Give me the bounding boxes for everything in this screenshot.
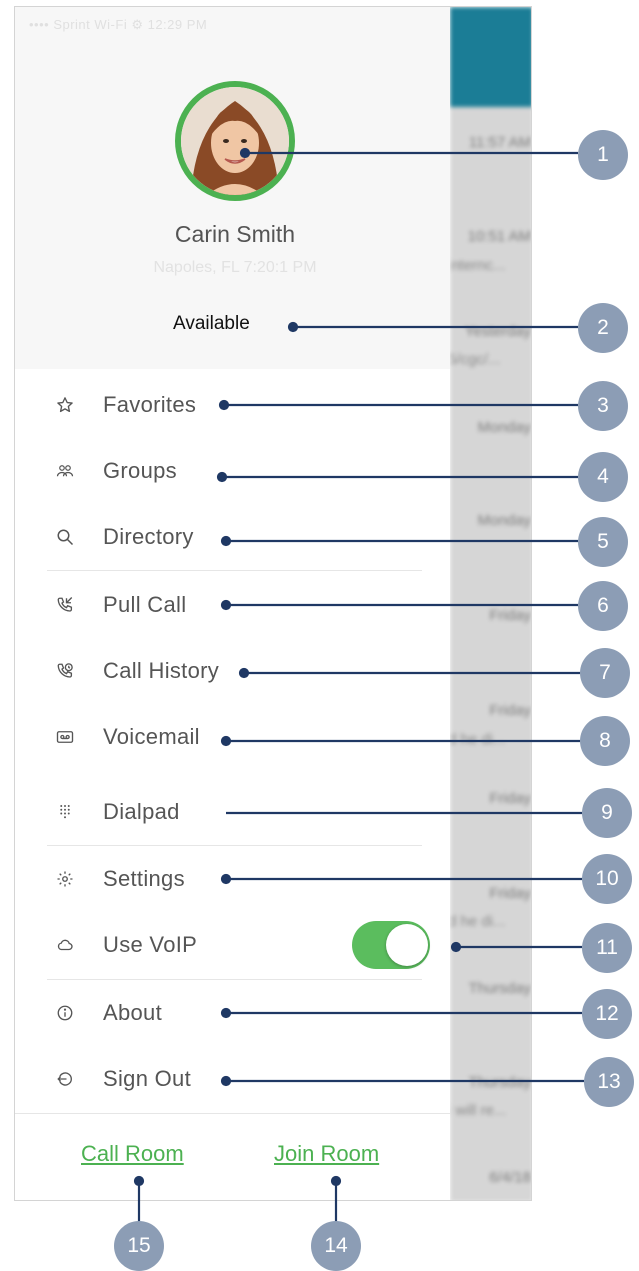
navigation-drawer: •••• Sprint Wi-Fi ⚙ 12:29 PM Carin Smith — [15, 7, 450, 1200]
menu-label: Voicemail — [103, 724, 200, 749]
call-history-icon — [55, 661, 75, 681]
menu-item-pull-call[interactable]: Pull Call — [55, 583, 186, 627]
avatar-portrait-icon — [181, 87, 289, 195]
menu-item-voicemail[interactable]: Voicemail — [55, 715, 200, 759]
avatar[interactable] — [175, 81, 295, 201]
callout-13: 13 — [584, 1057, 634, 1107]
menu-item-groups[interactable]: Groups — [55, 449, 177, 493]
menu-item-dialpad[interactable]: Dialpad — [55, 790, 180, 834]
menu-divider — [47, 570, 422, 571]
gear-icon — [55, 869, 75, 889]
join-room-link[interactable]: Join Room — [274, 1141, 379, 1167]
menu-item-directory[interactable]: Directory — [55, 515, 194, 559]
menu-item-call-history[interactable]: Call History — [55, 649, 219, 693]
sign-out-icon — [55, 1069, 75, 1089]
groups-icon — [55, 461, 75, 481]
background-conversation-list: 11:57 AM 10:51 AM internc... Yesterday 5… — [450, 7, 531, 1200]
annotated-screenshot: 11:57 AM 10:51 AM internc... Yesterday 5… — [0, 0, 639, 1271]
callout-15: 15 — [114, 1221, 164, 1271]
menu-label: Dialpad — [103, 799, 180, 824]
user-name: Carin Smith — [174, 221, 296, 247]
menu-item-about[interactable]: About — [55, 991, 162, 1035]
cloud-icon — [55, 935, 75, 955]
menu-item-settings[interactable]: Settings — [55, 857, 185, 901]
list-item-time: Thursday — [468, 1074, 531, 1091]
menu-label: About — [103, 1000, 162, 1025]
menu-label: Settings — [103, 866, 185, 891]
list-item-time: Thursday — [468, 980, 531, 997]
list-item-snippet: d he di... — [450, 913, 506, 930]
call-room-link[interactable]: Call Room — [81, 1141, 184, 1167]
callout-5: 5 — [578, 517, 628, 567]
list-item-time: Friday — [489, 790, 531, 807]
list-item-time: Monday — [477, 512, 531, 529]
callout-8: 8 — [580, 716, 630, 766]
search-icon — [55, 527, 75, 547]
footer-divider — [15, 1113, 450, 1114]
list-item-time: 11:57 AM — [468, 134, 531, 151]
list-item-snippet: 5/cgc/... — [450, 351, 501, 368]
callout-11: 11 — [582, 923, 632, 973]
voicemail-icon — [55, 727, 75, 747]
presence-status[interactable]: Available — [173, 313, 250, 335]
callout-6: 6 — [578, 581, 628, 631]
menu-divider — [47, 979, 422, 980]
callout-1: 1 — [578, 130, 628, 180]
background-header — [450, 7, 531, 107]
list-item-time: Yesterday — [464, 323, 531, 340]
menu-label: Directory — [103, 524, 194, 549]
profile-header: •••• Sprint Wi-Fi ⚙ 12:29 PM Carin Smith — [15, 7, 450, 369]
list-item-time: Friday — [489, 885, 531, 902]
menu-label: Pull Call — [103, 592, 187, 617]
info-icon — [55, 1003, 75, 1023]
star-icon — [55, 395, 75, 415]
status-bar: •••• Sprint Wi-Fi ⚙ 12:29 PM — [29, 17, 208, 32]
callout-14: 14 — [311, 1221, 361, 1271]
user-location: Napoles, FL 7:20:1 PM — [153, 259, 317, 276]
voip-toggle[interactable] — [352, 921, 430, 969]
list-item-time: 6/4/18 — [489, 1169, 531, 1186]
phone-frame: 11:57 AM 10:51 AM internc... Yesterday 5… — [14, 6, 532, 1201]
menu-label: Use VoIP — [103, 932, 198, 957]
list-item-time: Monday — [477, 419, 531, 436]
callout-10: 10 — [582, 854, 632, 904]
callout-3: 3 — [578, 381, 628, 431]
menu-label: Call History — [103, 658, 220, 683]
dialpad-icon — [55, 802, 75, 822]
list-item-time: Friday — [489, 702, 531, 719]
menu-item-favorites[interactable]: Favorites — [55, 383, 196, 427]
toggle-knob — [386, 924, 428, 966]
callout-2: 2 — [578, 303, 628, 353]
list-item-time: 10:51 AM — [467, 228, 531, 245]
pull-call-icon — [55, 595, 75, 615]
menu-label: Favorites — [103, 392, 197, 417]
menu-item-use-voip: Use VoIP — [55, 923, 197, 967]
menu-divider — [47, 845, 422, 846]
list-item-time: Friday — [489, 607, 531, 624]
menu-label: Groups — [103, 458, 177, 483]
callout-4: 4 — [578, 452, 628, 502]
menu-item-sign-out[interactable]: Sign Out — [55, 1057, 191, 1101]
list-item-snippet: i will re... — [450, 1102, 507, 1119]
callout-7: 7 — [580, 648, 630, 698]
menu-label: Sign Out — [103, 1066, 192, 1091]
list-item-snippet: internc... — [450, 257, 506, 274]
callout-9: 9 — [582, 788, 632, 838]
list-item-snippet: d he di... — [450, 731, 506, 748]
callout-12: 12 — [582, 989, 632, 1039]
